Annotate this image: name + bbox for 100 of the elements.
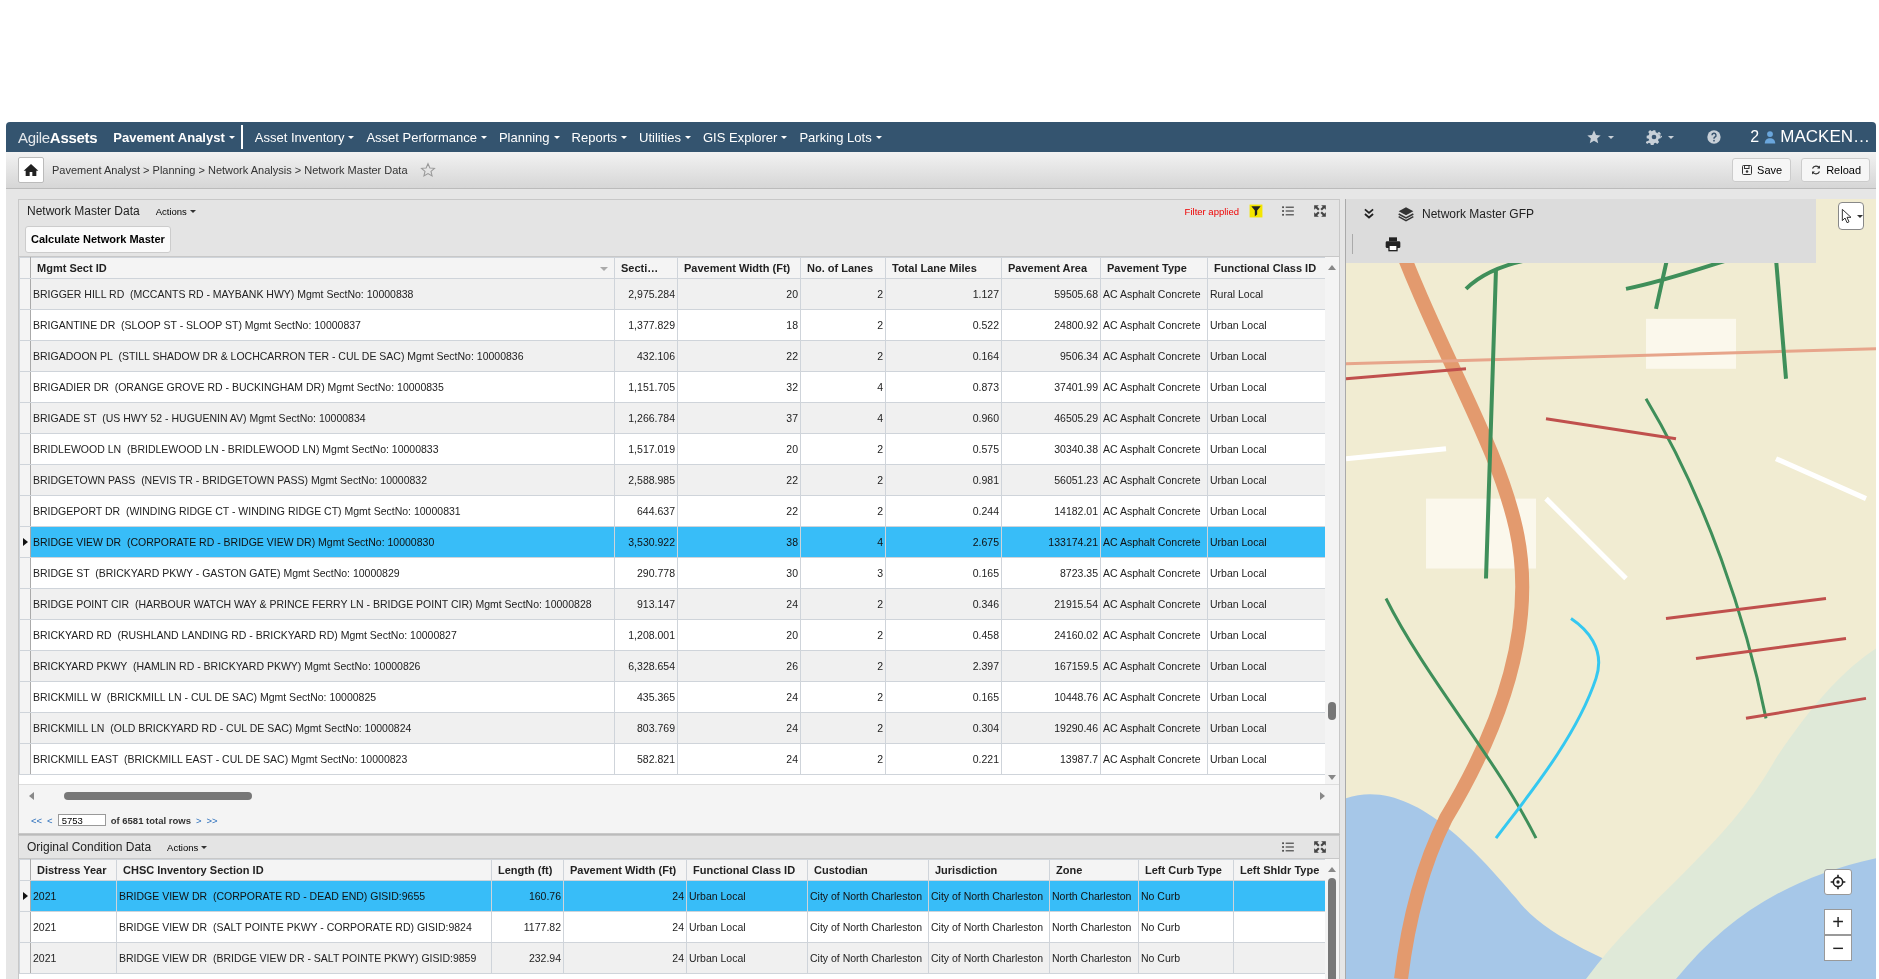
expand-icon[interactable] <box>1313 840 1327 854</box>
column-header[interactable]: Custodian <box>807 859 929 881</box>
table-row[interactable]: BRICKMILL EAST (BRICKMILL EAST - CUL DE SAC) Mgmt SectNo: 10000823 582.821 24 2 0.221 13987.7 AC Asphalt Concrete Urban Local <box>19 743 1325 775</box>
print-button[interactable] <box>1352 234 1401 254</box>
caret-icon <box>1857 214 1863 218</box>
table-cell: 2 <box>877 629 883 641</box>
help-icon <box>1706 129 1723 145</box>
favorite-star-icon[interactable] <box>419 162 436 178</box>
table-row[interactable]: BRIGGER HILL RD (MCCANTS RD - MAYBANK HWY) Mgmt SectNo: 10000838 2,975.284 20 2 1.127 59505.68 AC Asphalt Concrete Rural Local <box>19 278 1325 310</box>
column-header[interactable]: Secti… <box>614 257 678 279</box>
table-row[interactable]: BRICKYARD RD (RUSHLAND LANDING RD - BRICKYARD RD) Mgmt SectNo: 10000827 1,208.001 20 2 0.458 24160.02 AC Asphalt Concrete Urban Local <box>19 619 1325 651</box>
table-row[interactable]: BRIDGETOWN PASS (NEVIS TR - BRIDGETOWN PASS) Mgmt SectNo: 10000832 2,588.985 22 2 0.981 56051.23 AC Asphalt Concrete Urban Local <box>19 464 1325 496</box>
nav-menu[interactable]: Utilities <box>633 122 697 152</box>
table-cell: City of North Charleston <box>931 952 1044 964</box>
column-header[interactable]: Total Lane Miles <box>885 257 1002 279</box>
nav-menu[interactable]: GIS Explorer <box>697 122 794 152</box>
first-page-link[interactable]: << <box>31 814 43 826</box>
column-header[interactable]: Pavement Width (Ft) <box>563 859 687 881</box>
column-header[interactable]: Pavement Width (Ft) <box>677 257 801 279</box>
nav-menu[interactable]: Pavement Analyst <box>107 122 241 152</box>
table-row[interactable]: BRIDGE VIEW DR (CORPORATE RD - BRIDGE VIEW DR) Mgmt SectNo: 10000830 3,530.922 38 4 2.675 133174.21 AC Asphalt Concrete Urban Local <box>19 526 1325 558</box>
previous-page-link[interactable]: < <box>47 814 53 826</box>
actions-menu[interactable]: Actions <box>167 841 208 853</box>
table-cell: 20 <box>786 288 798 300</box>
column-header[interactable]: No. of Lanes <box>800 257 886 279</box>
next-page-link[interactable]: > <box>195 814 202 826</box>
table-row[interactable]: BRICKYARD PKWY (HAMLIN RD - BRICKYARD PKWY) Mgmt SectNo: 10000826 6,328.654 26 2 2.397 167159.5 AC Asphalt Concrete Urban Local <box>19 650 1325 682</box>
column-header[interactable]: Zone <box>1049 859 1139 881</box>
table-cell: BRIDGETOWN PASS (NEVIS TR - BRIDGETOWN PASS) Mgmt SectNo: 10000832 <box>33 474 428 486</box>
user-menu[interactable]: MACKEN… <box>1759 127 1870 147</box>
scrollbar[interactable] <box>1325 859 1339 979</box>
table-row[interactable]: BRICKMILL LN (OLD BRICKYARD RD - CUL DE SAC) Mgmt SectNo: 10000824 803.769 24 2 0.304 19290.46 AC Asphalt Concrete Urban Local <box>19 712 1325 744</box>
save-button[interactable]: Save <box>1732 158 1792 182</box>
column-header[interactable]: Left Curb Type <box>1138 859 1234 881</box>
table-row[interactable]: BRIGADOON PL (STILL SHADOW DR & LOCHCARRON TER - CUL DE SAC) Mgmt SectNo: 10000836 432.106 22 2 0.164 9506.34 AC Asphalt Concrete Urban Local <box>19 340 1325 372</box>
table-cell: 0.981 <box>972 474 999 486</box>
column-header[interactable]: Mgmt Sect ID <box>30 257 615 279</box>
list-icon[interactable] <box>1281 840 1295 854</box>
table-cell: 2021 <box>33 890 57 902</box>
table-cell: 26 <box>786 660 798 672</box>
layers-icon[interactable] <box>1398 206 1414 222</box>
table-row[interactable]: BRIDGE ST (BRICKYARD PKWY - GASTON GATE) Mgmt SectNo: 10000829 290.778 30 3 0.165 8723.35 AC Asphalt Concrete Urban Local <box>19 557 1325 589</box>
zoom-in-button[interactable]: + <box>1824 909 1852 935</box>
column-header[interactable]: Functional Class ID <box>1207 257 1325 279</box>
table-cell: Urban Local <box>1210 598 1267 610</box>
column-header[interactable]: Distress Year <box>30 859 117 881</box>
locate-button[interactable] <box>1824 869 1852 895</box>
table-row[interactable]: BRIGADIER DR (ORANGE GROVE RD - BUCKINGHAM DR) Mgmt SectNo: 10000835 1,151.705 32 4 0.873 37401.99 AC Asphalt Concrete Urban Local <box>19 371 1325 403</box>
last-page-link[interactable]: >> <box>206 814 218 826</box>
table-cell: 2 <box>877 691 883 703</box>
caret-icon <box>201 845 208 849</box>
scrollbar[interactable] <box>1325 257 1339 784</box>
nav-menu[interactable]: Asset Performance <box>360 122 493 152</box>
table-cell: Urban Local <box>1210 381 1267 393</box>
table-row[interactable]: BRICKMILL W (BRICKMILL LN - CUL DE SAC) Mgmt SectNo: 10000825 435.365 24 2 0.165 10448.76 AC Asphalt Concrete Urban Local <box>19 681 1325 713</box>
table-cell: BRIGGER HILL RD (MCCANTS RD - MAYBANK HWY) Mgmt SectNo: 10000838 <box>33 288 414 300</box>
table-row[interactable]: BRIDLEWOOD LN (BRIDLEWOOD LN - BRIDLEWOOD LN) Mgmt SectNo: 10000833 1,517.019 20 2 0.575 30340.38 AC Asphalt Concrete Urban Local <box>19 433 1325 465</box>
nav-menu[interactable]: Reports <box>565 122 634 152</box>
column-header[interactable]: Functional Class ID <box>686 859 808 881</box>
actions-menu[interactable]: Actions <box>155 205 196 217</box>
breadcrumb-path: Pavement Analyst > Planning > Network Analysis > Network Master Data <box>52 164 408 176</box>
table-cell: 2 <box>877 443 883 455</box>
reload-button[interactable]: Reload <box>1801 158 1870 182</box>
list-icon[interactable] <box>1281 204 1295 218</box>
column-header[interactable]: CHSC Inventory Section ID <box>116 859 492 881</box>
calculate-button[interactable]: Calculate Network Master <box>25 225 171 253</box>
table-cell: Urban Local <box>1210 350 1267 362</box>
column-header[interactable]: Length (ft) <box>491 859 564 881</box>
table-cell: 1.127 <box>972 288 999 300</box>
nav-menu[interactable]: Asset Inventory <box>248 122 361 152</box>
logo[interactable]: AgileAssets <box>12 128 108 146</box>
caret-icon <box>189 209 196 213</box>
zoom-out-button[interactable]: − <box>1824 935 1852 961</box>
splitter-handle[interactable] <box>18 834 1340 835</box>
column-header[interactable]: Pavement Area <box>1001 257 1101 279</box>
chevrons-down-icon[interactable] <box>1362 207 1376 221</box>
table-row[interactable]: 2021 BRIDGE VIEW DR (BRIDGE VIEW DR - SALT POINTE PKWY) GISID:9859 232.94 24 Urban Local City of North Charleston City of North Charleston North Charleston No Curb <box>19 942 1325 974</box>
table-cell: 2.675 <box>972 536 999 548</box>
filter-icon[interactable] <box>1249 204 1263 218</box>
select-tool-button[interactable] <box>1838 202 1864 230</box>
expand-icon[interactable] <box>1313 204 1327 218</box>
page-field[interactable]: 5753 <box>57 814 106 826</box>
table-cell: 2021 <box>33 921 57 933</box>
column-header[interactable]: Pavement Type <box>1100 257 1208 279</box>
scrollbar[interactable] <box>19 784 1339 807</box>
table-row[interactable]: BRIGADE ST (US HWY 52 - HUGUENIN AV) Mgmt SectNo: 10000834 1,266.784 37 4 0.960 46505.29 AC Asphalt Concrete Urban Local <box>19 402 1325 434</box>
caret-icon <box>480 135 487 139</box>
table-row[interactable]: BRIDGEPORT DR (WINDING RIDGE CT - WINDING RIDGE CT) Mgmt SectNo: 10000831 644.637 22 2 0.244 14182.01 AC Asphalt Concrete Urban Local <box>19 495 1325 527</box>
table-row[interactable]: 2021 BRIDGE VIEW DR (SALT POINTE PKWY - CORPORATE RD) GISID:9824 1177.82 24 Urban Local City of North Charleston City of North Charleston North Charleston No Curb <box>19 911 1325 943</box>
nav-menu[interactable]: Parking Lots <box>793 122 888 152</box>
table-row[interactable]: 2021 BRIDGE VIEW DR (CORPORATE RD - DEAD END) GISID:9655 160.76 24 Urban Local City of North Charleston City of North Charleston North Charleston No Curb <box>19 880 1325 912</box>
table-cell: North Charleston <box>1052 952 1132 964</box>
column-header[interactable]: Left Shldr Type <box>1233 859 1325 881</box>
table-row[interactable]: BRIGANTINE DR (SLOOP ST - SLOOP ST) Mgmt SectNo: 10000837 1,377.829 18 2 0.522 24800.92 AC Asphalt Concrete Urban Local <box>19 309 1325 341</box>
table-row[interactable]: BRIDGE POINT CIR (HARBOUR WATCH WAY & PRINCE FERRY LN - BRIDGE POINT CIR) Mgmt SectNo: 10000828 913.147 24 2 0.346 21915.54 AC Asphalt Concrete Urban Local <box>19 588 1325 620</box>
nav-menu[interactable]: Planning <box>492 122 566 152</box>
column-header[interactable]: Jurisdiction <box>928 859 1050 881</box>
home-button[interactable] <box>18 157 44 183</box>
table-cell: BRIGANTINE DR (SLOOP ST - SLOOP ST) Mgmt SectNo: 10000837 <box>33 319 361 331</box>
table-cell: 24 <box>786 753 798 765</box>
